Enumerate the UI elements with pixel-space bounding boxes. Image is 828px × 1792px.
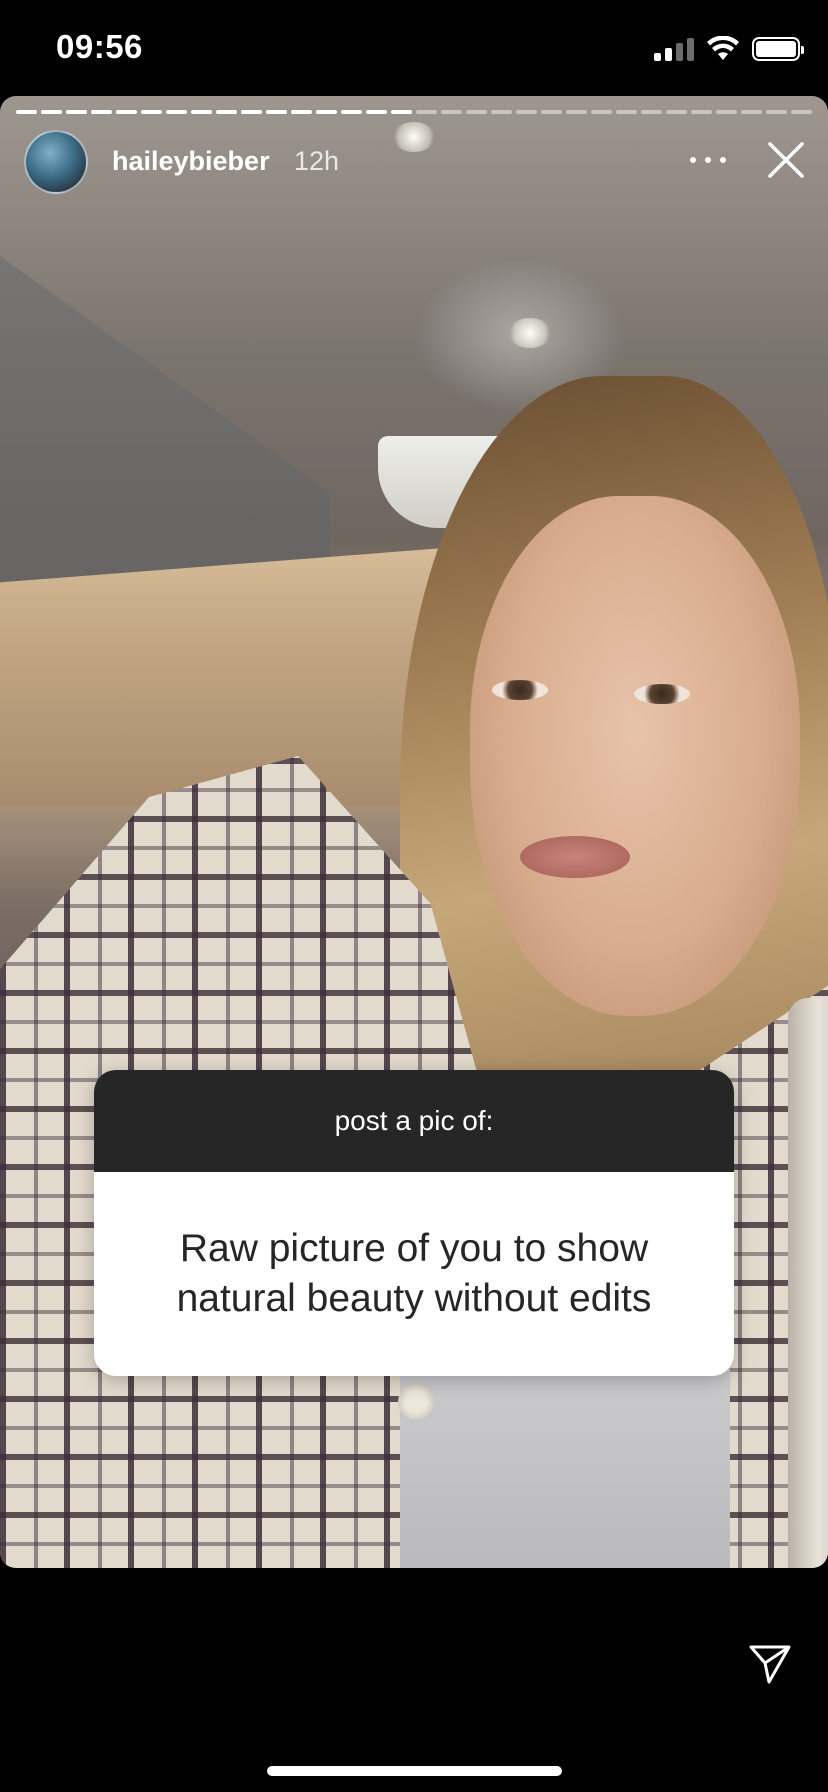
progress-segment [141, 110, 162, 114]
progress-segment [216, 110, 237, 114]
progress-segment [416, 110, 437, 114]
close-icon[interactable] [766, 140, 806, 180]
progress-segment [316, 110, 337, 114]
progress-segment [641, 110, 662, 114]
progress-segment [16, 110, 37, 114]
wifi-icon [707, 36, 739, 60]
status-icons [654, 34, 804, 64]
battery-icon [752, 37, 804, 61]
progress-segment [741, 110, 762, 114]
progress-segment [66, 110, 87, 114]
progress-segment [166, 110, 187, 114]
question-answer: Raw picture of you to show natural beaut… [94, 1172, 734, 1376]
progress-segment [491, 110, 512, 114]
progress-segment [716, 110, 737, 114]
progress-segment [591, 110, 612, 114]
progress-segment [291, 110, 312, 114]
story-progress-bar [16, 110, 812, 114]
cellular-signal-icon [654, 37, 694, 61]
progress-segment [766, 110, 787, 114]
progress-segment [616, 110, 637, 114]
progress-segment [241, 110, 262, 114]
progress-segment [666, 110, 687, 114]
progress-segment [541, 110, 562, 114]
status-time: 09:56 [56, 28, 143, 65]
progress-segment [516, 110, 537, 114]
progress-segment [341, 110, 362, 114]
progress-segment [41, 110, 62, 114]
more-horizontal-icon[interactable] [690, 142, 726, 178]
paper-plane-icon[interactable] [748, 1642, 792, 1686]
avatar[interactable] [24, 130, 88, 194]
progress-segment [91, 110, 112, 114]
progress-segment [191, 110, 212, 114]
progress-segment [791, 110, 812, 114]
status-bar: 09:56 [0, 0, 828, 96]
post-time: 12h [294, 146, 340, 176]
home-indicator [267, 1766, 562, 1776]
progress-segment [466, 110, 487, 114]
progress-segment [116, 110, 137, 114]
story-header: haileybieber 12h [0, 130, 828, 200]
progress-segment [566, 110, 587, 114]
progress-segment [691, 110, 712, 114]
progress-segment [441, 110, 462, 114]
question-prompt: post a pic of: [94, 1070, 734, 1172]
username[interactable]: haileybieber [112, 146, 270, 177]
progress-segment [266, 110, 287, 114]
progress-segment [366, 110, 387, 114]
question-sticker[interactable]: post a pic of: Raw picture of you to sho… [94, 1070, 734, 1376]
story-viewer[interactable]: haileybieber 12h post a pic of: Raw pict… [0, 96, 828, 1568]
progress-segment [391, 110, 412, 114]
